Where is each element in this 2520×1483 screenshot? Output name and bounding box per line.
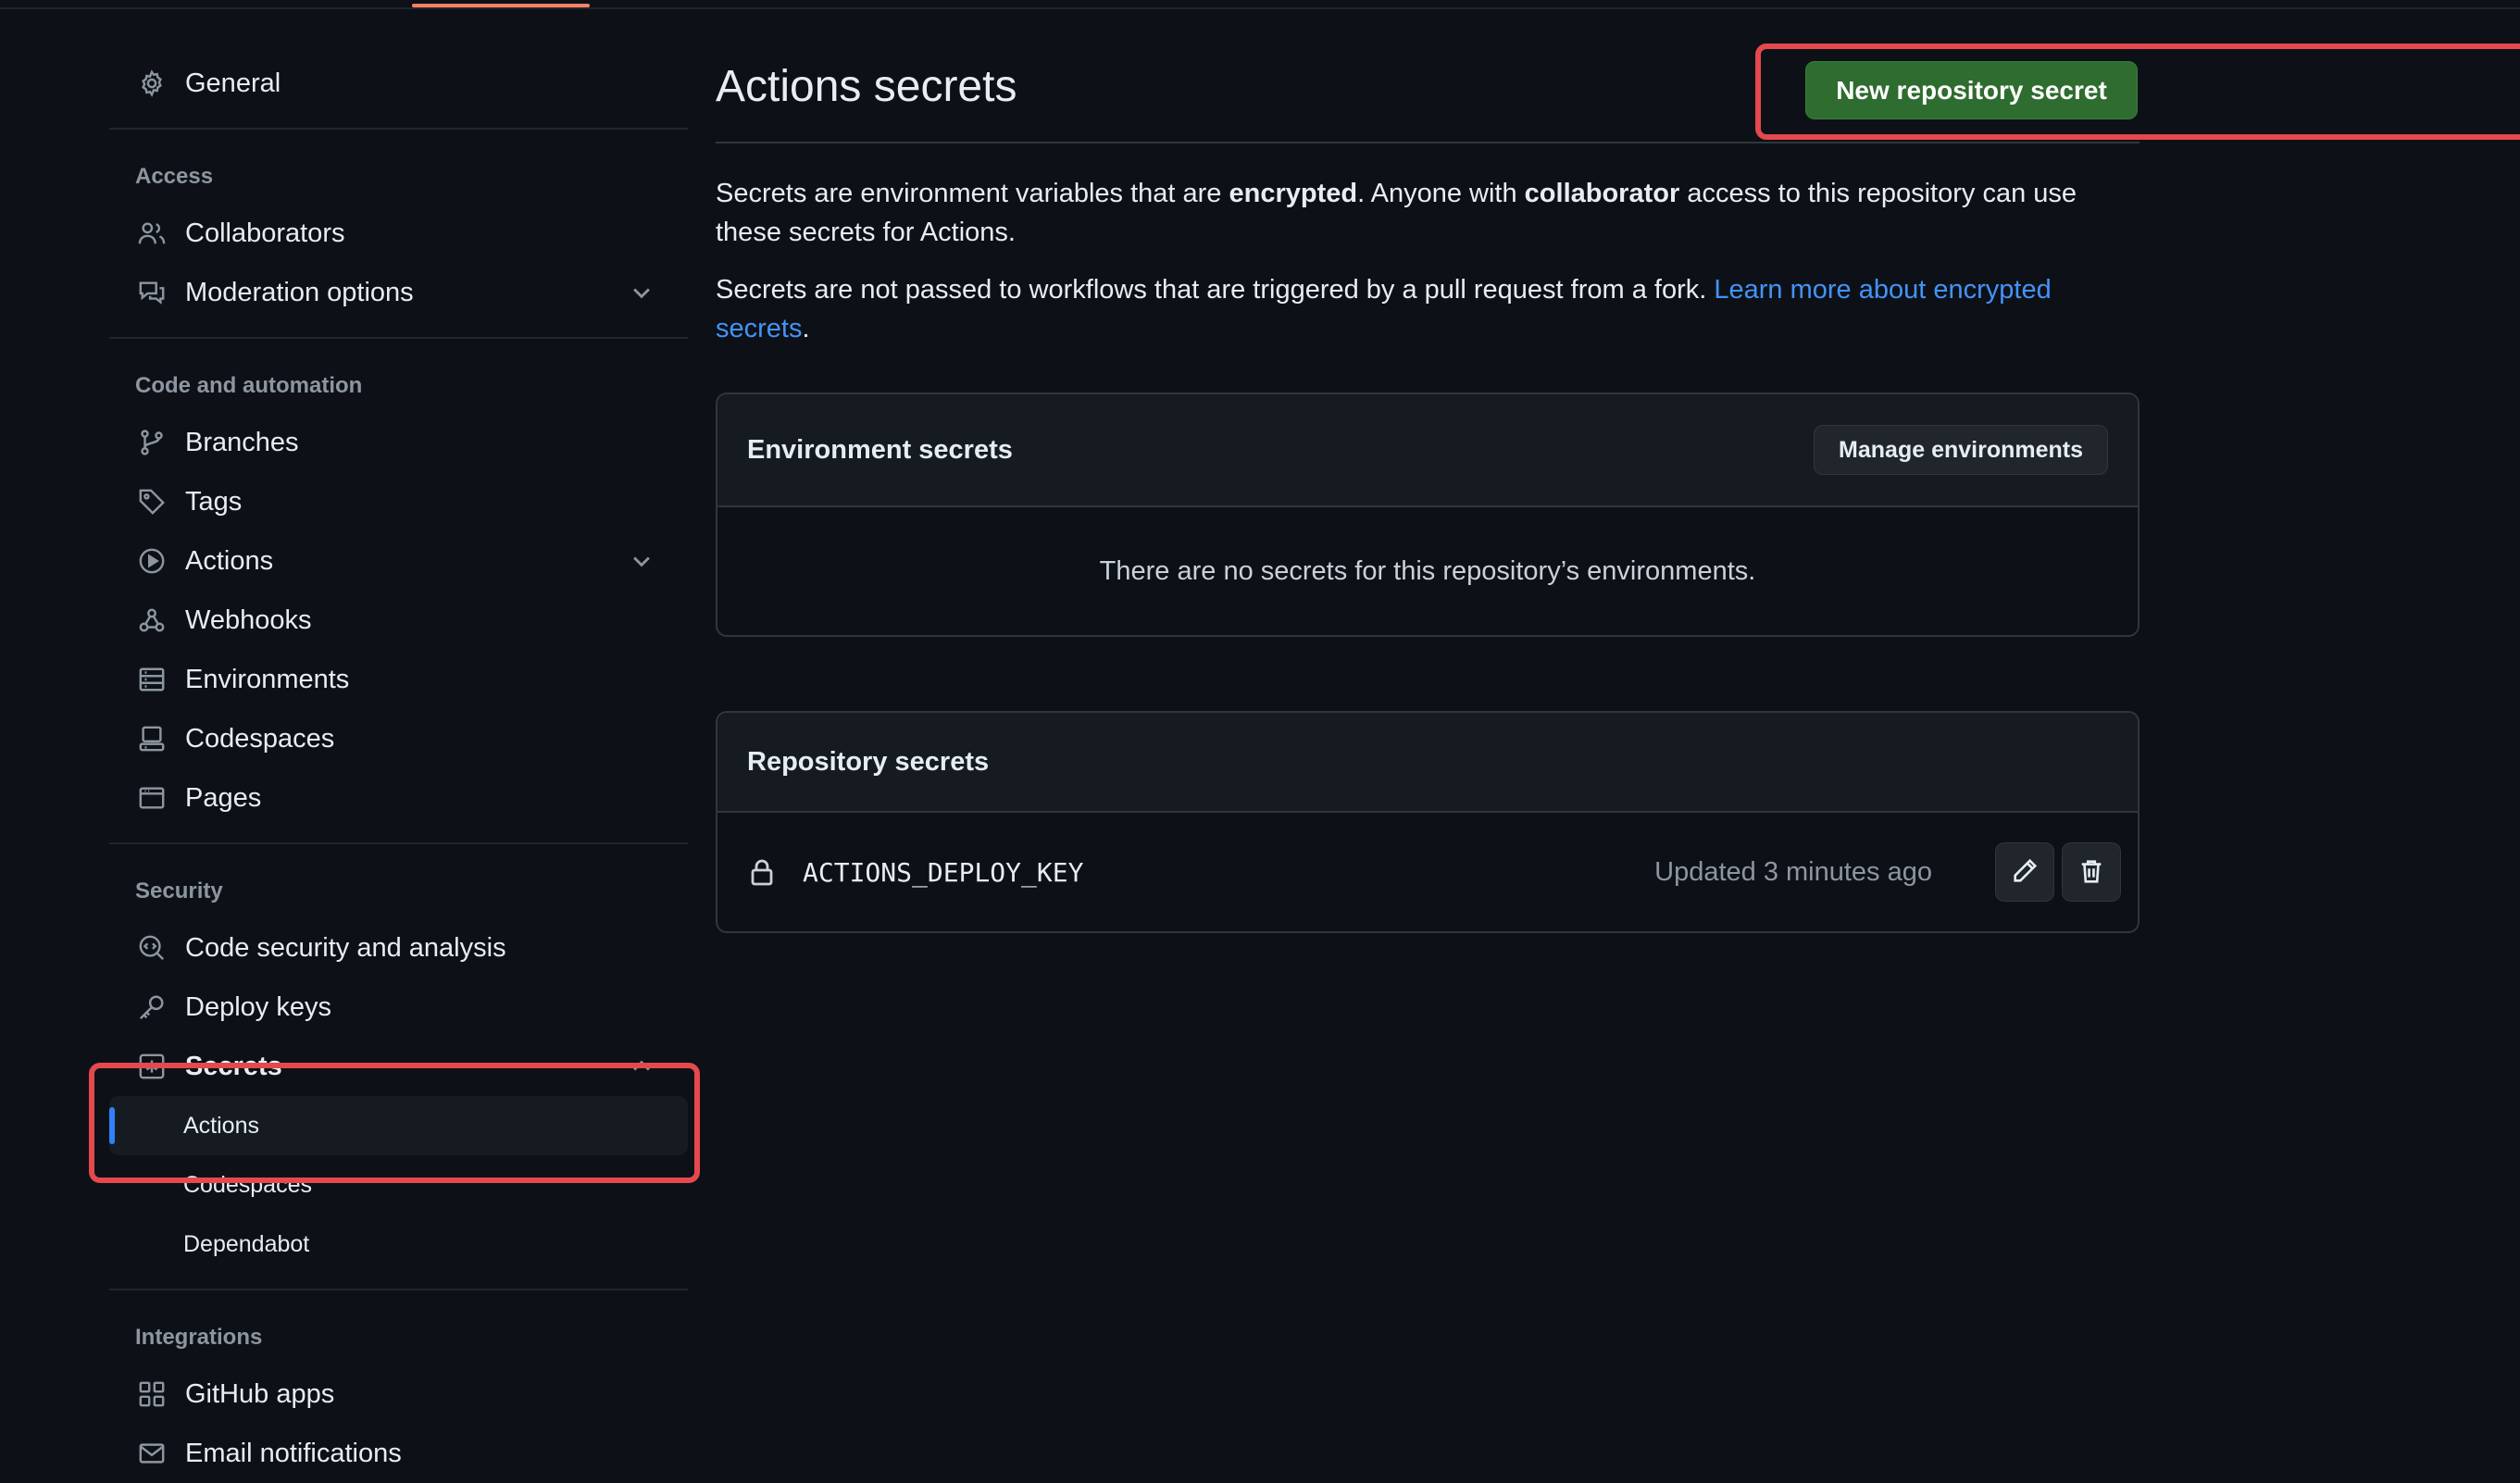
edit-secret-button[interactable] [1995,842,2054,902]
key-icon [137,992,167,1022]
description-paragraph-1: Secrets are environment variables that a… [716,174,2140,252]
sidebar-item-code-security-and-analysis[interactable]: Code security and analysis [109,918,688,978]
text: Secrets are not passed to workflows that… [716,275,1715,305]
repository-secrets-heading: Repository secrets [747,746,990,777]
sidebar-item-label: Secrets [185,1051,282,1081]
sidebar-item-pages[interactable]: Pages [109,768,688,828]
chevron-up-icon[interactable] [629,1053,655,1079]
sidebar-item-secrets[interactable]: Secrets [109,1037,688,1096]
sidebar-item-label: Webhooks [185,604,312,635]
sidebar-divider [109,842,688,844]
comment-discussion-icon [137,278,167,307]
sidebar-item-label: Codespaces [185,723,335,754]
webhook-icon [137,605,167,635]
top-nav-strip [0,0,2520,9]
codescan-icon [137,933,167,963]
sidebar-item-collaborators[interactable]: Collaborators [109,204,688,263]
environment-secrets-header: Environment secrets Manage environments [717,394,2138,507]
section-heading-access: Access [135,164,214,189]
repository-secrets-box: Repository secrets ACTIONS_DEPLOY_KEY Up… [716,711,2140,933]
manage-environments-button[interactable]: Manage environments [1814,425,2108,475]
sidebar-item-general[interactable]: General [109,54,688,113]
sidebar-subitem-secrets-codespaces[interactable]: Codespaces [109,1155,688,1215]
text: . [802,314,810,343]
people-icon [137,218,167,248]
pencil-icon [2011,857,2039,888]
sidebar-item-moderation-options[interactable]: Moderation options [109,263,688,322]
description-paragraph-2: Secrets are not passed to workflows that… [716,270,2140,348]
sidebar-item-codespaces[interactable]: Codespaces [109,709,688,768]
empty-state-message: There are no secrets for this repository… [1099,555,1756,586]
new-repository-secret-button[interactable]: New repository secret [1805,61,2138,119]
play-icon [137,546,167,576]
sidebar-item-actions[interactable]: Actions [109,531,688,591]
tag-icon [137,487,167,517]
sidebar-item-label: Moderation options [185,277,414,307]
sidebar-item-github-apps[interactable]: GitHub apps [109,1365,688,1424]
codespaces-icon [137,724,167,754]
sidebar-item-label: Email notifications [185,1438,402,1468]
sidebar-item-webhooks[interactable]: Webhooks [109,591,688,650]
server-icon [137,665,167,694]
chevron-down-icon[interactable] [629,280,655,305]
description: Secrets are environment variables that a… [716,174,2140,367]
chevron-down-icon[interactable] [629,548,655,574]
browser-icon [137,783,167,813]
sidebar-item-label: Actions [185,545,274,576]
secret-updated-time: Updated 3 minutes ago [1654,856,1932,887]
text-collaborator: collaborator [1524,179,1680,208]
sidebar-item-label: Pages [185,782,262,813]
sidebar-divider [109,337,688,339]
text: Secrets are environment variables that a… [716,179,1229,208]
settings-sidebar: General Access Collaborators Moderation … [109,48,688,1483]
environment-secrets-heading: Environment secrets [747,434,1013,465]
git-branch-icon [137,428,167,457]
page-title: Actions secrets [716,62,1017,111]
repository-secrets-header: Repository secrets [717,713,2138,813]
sidebar-item-label: Environments [185,664,350,694]
active-tab-underline [412,4,590,7]
gear-icon [137,69,167,98]
sidebar-item-label: Dependabot [183,1230,310,1257]
sidebar-divider [109,1289,688,1290]
sidebar-item-label: Tags [185,486,243,517]
title-divider [716,142,2140,143]
sidebar-item-label: Deploy keys [185,991,331,1022]
sidebar-divider [109,128,688,130]
sidebar-subitem-secrets-actions[interactable]: Actions [109,1096,688,1155]
sidebar-item-label: Codespaces [183,1171,312,1198]
sidebar-item-label: Actions [183,1112,259,1139]
environment-secrets-box: Environment secrets Manage environments … [716,393,2140,637]
lock-icon [747,857,777,887]
sidebar-item-label: General [185,68,281,98]
sidebar-item-label: Collaborators [185,218,345,248]
sidebar-item-label: Code security and analysis [185,932,506,963]
sidebar-item-deploy-keys[interactable]: Deploy keys [109,978,688,1037]
secret-name: ACTIONS_DEPLOY_KEY [803,856,1084,888]
delete-secret-button[interactable] [2062,842,2121,902]
text-encrypted: encrypted [1229,179,1358,208]
sidebar-subitem-secrets-dependabot[interactable]: Dependabot [109,1215,688,1274]
apps-icon [137,1379,167,1409]
sidebar-item-environments[interactable]: Environments [109,650,688,709]
secret-row: ACTIONS_DEPLOY_KEY Updated 3 minutes ago [717,813,2138,931]
sidebar-item-email-notifications[interactable]: Email notifications [109,1424,688,1483]
sidebar-item-branches[interactable]: Branches [109,413,688,472]
secret-asterisk-icon [137,1052,167,1081]
sidebar-item-label: GitHub apps [185,1378,335,1409]
trash-icon [2077,857,2105,888]
mail-icon [137,1439,167,1468]
section-heading-code-and-automation: Code and automation [135,373,363,398]
section-heading-security: Security [135,879,223,904]
active-indicator [109,1107,115,1144]
section-heading-integrations: Integrations [135,1325,263,1350]
text: . Anyone with [1357,179,1525,208]
sidebar-item-label: Branches [185,427,299,457]
sidebar-item-tags[interactable]: Tags [109,472,688,531]
